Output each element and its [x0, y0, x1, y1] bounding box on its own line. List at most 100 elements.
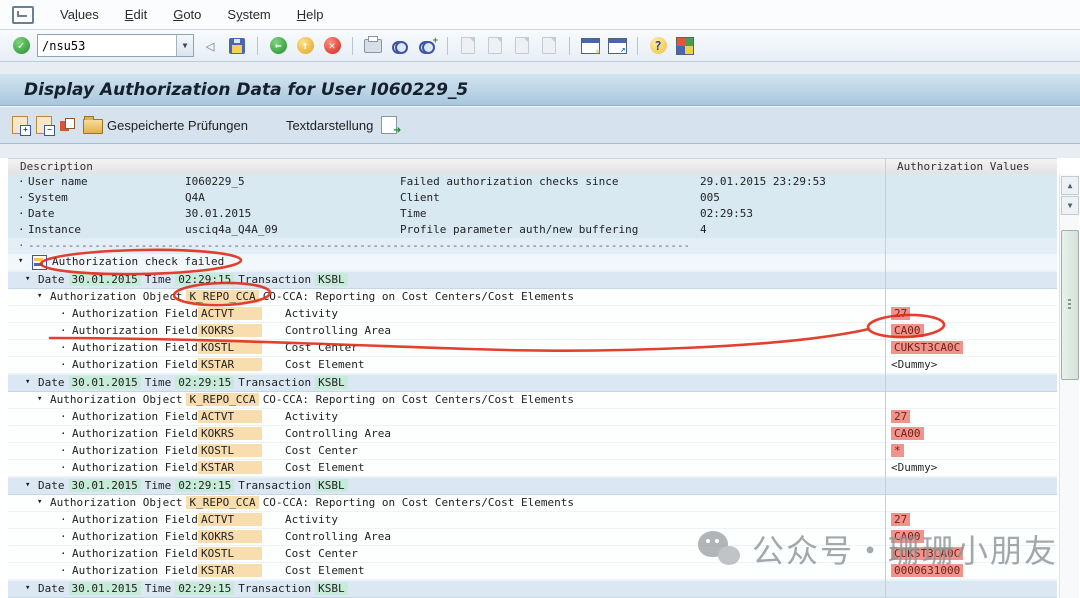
menu-goto[interactable]: Goto: [173, 7, 201, 22]
info-value: Q4A: [185, 191, 205, 204]
transaction-value: KSBL: [315, 582, 348, 595]
back-f3-button[interactable]: ←: [267, 35, 289, 57]
menu-edit[interactable]: Edit: [125, 7, 147, 22]
auth-value: <Dummy>: [891, 461, 937, 474]
customize-layout-button[interactable]: [674, 35, 696, 57]
collapse-arrow-icon[interactable]: ▾: [37, 290, 42, 303]
last-page-button[interactable]: [538, 35, 560, 57]
command-field-box: ▼: [37, 34, 194, 57]
collapse-arrow-icon[interactable]: ▾: [25, 273, 30, 286]
auth-field-desc: Cost Element: [285, 564, 364, 577]
info-row-instance: · Instance usciq4a_Q4A_09 Profile parame…: [8, 222, 1057, 238]
date-label: Date: [38, 582, 65, 595]
help-button[interactable]: ?: [647, 35, 669, 57]
export-icon: [381, 116, 397, 134]
auth-object-row: ▾ Authorization Object K_REPO_CCA CO-CCA…: [8, 289, 1057, 306]
auth-object-code: K_REPO_CCA: [186, 393, 258, 406]
auth-field-row: · Authorization Field ACTVT Activity 27: [8, 409, 1057, 426]
info-label2: Client: [400, 191, 440, 204]
save-button[interactable]: [226, 35, 248, 57]
info-value: 30.01.2015: [185, 207, 251, 220]
sap-gui-window: Values Edit Goto System Help ✓ ▼ ◁ ← ↑ ✕…: [0, 0, 1080, 598]
expand-all-button[interactable]: +: [12, 116, 28, 134]
scroll-down-icon[interactable]: ▼: [1061, 196, 1079, 215]
time-label: Time: [145, 582, 172, 595]
new-session-button[interactable]: [579, 35, 601, 57]
saved-checks-label: Gespeicherte Prüfungen: [107, 118, 248, 133]
new-session-icon: [581, 38, 600, 54]
create-shortcut-button[interactable]: [606, 35, 628, 57]
system-menu-icon[interactable]: [12, 6, 34, 24]
collapse-arrow-icon[interactable]: ▾: [25, 376, 30, 389]
collapse-all-button[interactable]: −: [36, 116, 52, 134]
transaction-value: KSBL: [315, 273, 348, 286]
auth-value: CUKST3CA0C: [891, 341, 963, 354]
info-value: usciq4a_Q4A_09: [185, 223, 278, 236]
switch-display-button[interactable]: [60, 118, 75, 133]
find-button[interactable]: [389, 35, 411, 57]
auth-object-row: ▾ Authorization Object K_REPO_CCA CO-CCA…: [8, 495, 1057, 512]
auth-field-row: · Authorization Field KOKRS Controlling …: [8, 323, 1057, 340]
wechat-icon: [698, 531, 740, 567]
bullet: ·: [60, 410, 67, 423]
toolbar-separator: [447, 37, 448, 55]
auth-field-code: KOKRS: [198, 530, 262, 543]
menu-values[interactable]: Values: [60, 7, 99, 22]
collapse-arrow-icon[interactable]: ▾: [37, 496, 42, 509]
auth-field-label: Authorization Field: [72, 564, 198, 577]
collapse-arrow-icon[interactable]: ▾: [25, 479, 30, 492]
bullet: ·: [60, 341, 67, 354]
time-value: 02:29:15: [175, 582, 234, 595]
auth-field-code: ACTVT: [198, 513, 262, 526]
auth-field-desc: Activity: [285, 410, 338, 423]
command-field[interactable]: [38, 37, 176, 54]
info-label2: Failed authorization checks since: [400, 175, 619, 188]
next-page-button[interactable]: [511, 35, 533, 57]
last-page-icon: [542, 37, 556, 54]
save-icon: [229, 38, 245, 54]
collapse-all-icon: −: [36, 116, 52, 134]
first-page-button[interactable]: [457, 35, 479, 57]
vertical-scrollbar[interactable]: ▲ ▼: [1059, 174, 1079, 598]
date-value: 30.01.2015: [69, 376, 141, 389]
info-value: I060229_5: [185, 175, 245, 188]
report-node-icon: [32, 255, 47, 270]
auth-field-desc: Controlling Area: [285, 324, 391, 337]
collapse-arrow-icon[interactable]: ▾: [37, 393, 42, 406]
menu-help[interactable]: Help: [297, 7, 324, 22]
back-arrow-icon: ←: [270, 37, 287, 54]
auth-field-desc: Cost Element: [285, 461, 364, 474]
cancel-button[interactable]: ✕: [321, 35, 343, 57]
auth-field-label: Authorization Field: [72, 427, 198, 440]
previous-page-button[interactable]: [484, 35, 506, 57]
auth-field-label: Authorization Field: [72, 513, 198, 526]
auth-field-code: KOSTL: [198, 547, 262, 560]
enter-button[interactable]: ✓: [10, 35, 32, 57]
menu-system[interactable]: System: [227, 7, 270, 22]
scrollbar-thumb[interactable]: [1061, 230, 1079, 380]
command-dropdown-icon[interactable]: ▼: [176, 35, 193, 56]
auth-field-code: KSTAR: [198, 461, 262, 474]
text-display-button[interactable]: Textdarstellung: [286, 118, 373, 133]
scroll-up-icon[interactable]: ▲: [1061, 176, 1079, 195]
menu-bar: Values Edit Goto System Help: [0, 0, 1080, 30]
auth-field-desc: Controlling Area: [285, 530, 391, 543]
expand-all-icon: +: [12, 116, 28, 134]
auth-field-label: Authorization Field: [72, 358, 198, 371]
collapse-arrow-icon[interactable]: ▾: [18, 255, 23, 268]
export-button[interactable]: [381, 116, 397, 134]
auth-field-desc: Activity: [285, 513, 338, 526]
title-bar: Display Authorization Data for User I060…: [0, 74, 1080, 106]
print-button[interactable]: [362, 35, 384, 57]
auth-field-label: Authorization Field: [72, 324, 198, 337]
find-next-button[interactable]: +: [416, 35, 438, 57]
auth-field-code: KSTAR: [198, 564, 262, 577]
saved-checks-button[interactable]: Gespeicherte Prüfungen: [83, 116, 248, 134]
toolbar-separator: [257, 37, 258, 55]
exit-button[interactable]: ↑: [294, 35, 316, 57]
bullet: ·: [18, 223, 25, 236]
back-button[interactable]: ◁: [199, 35, 221, 57]
transaction-label: Transaction: [238, 376, 311, 389]
collapse-arrow-icon[interactable]: ▾: [25, 582, 30, 595]
back-triangle-icon: ◁: [205, 37, 214, 55]
